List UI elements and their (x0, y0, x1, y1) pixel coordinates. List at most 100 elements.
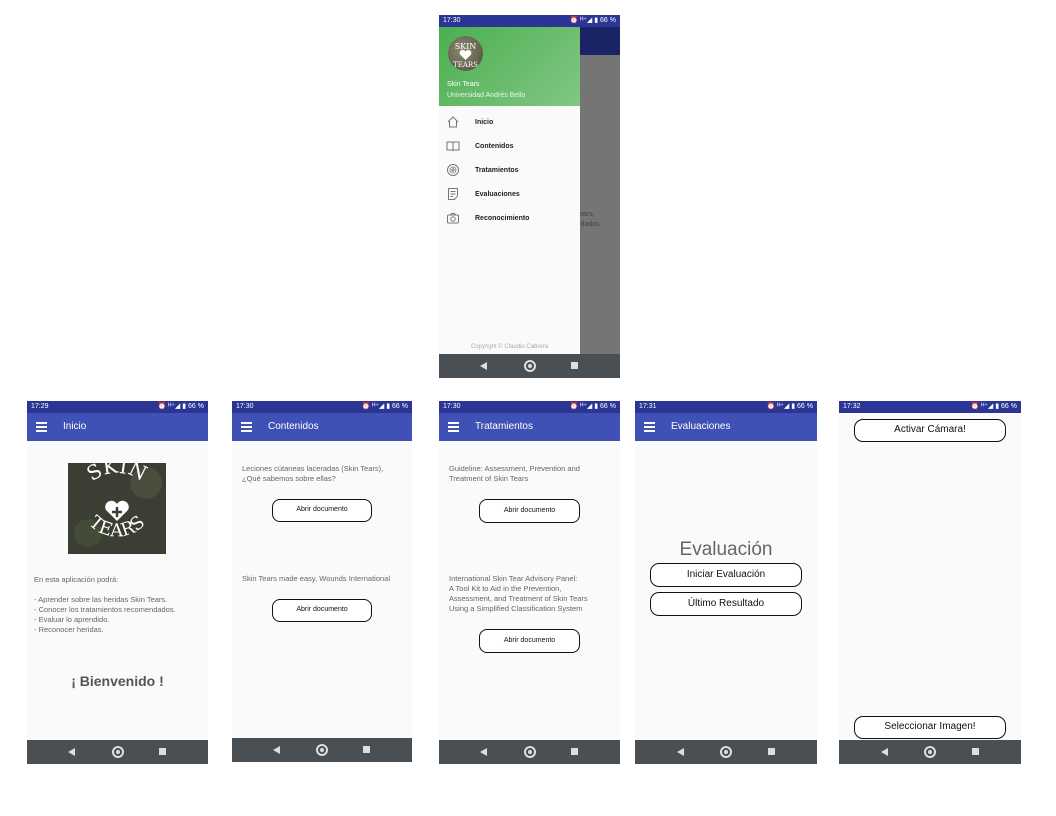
status-bar: 17:30 ⏰ ᴴ⁺◢ ▮ 66 % (439, 15, 620, 27)
system-nav-bar (635, 740, 817, 764)
status-icons: ⏰ ᴴ⁺◢ ▮ 66 % (157, 403, 204, 410)
home-button-icon[interactable] (523, 360, 536, 372)
drawer-item-reconocimiento[interactable]: Reconocimiento (439, 207, 580, 231)
home-icon (446, 115, 460, 129)
camera-icon (446, 211, 460, 225)
drawer-item-label: Inicio (475, 119, 494, 126)
recent-apps-icon[interactable] (363, 746, 370, 753)
page-title: Contenidos (268, 421, 319, 432)
home-button-icon[interactable] (924, 746, 936, 758)
select-image-button[interactable]: Seleccionar Imagen! (854, 716, 1006, 739)
last-result-button[interactable]: Último Resultado (650, 592, 802, 616)
book-icon (446, 139, 460, 153)
app-description: En esta aplicación podrá: - Aprender sob… (34, 575, 176, 634)
status-time: 17:30 (443, 403, 461, 410)
document-title-2: International Skin Tear Advisory Panel: … (449, 574, 588, 613)
reconocimiento-screen: 17:32 ⏰ ᴴ⁺◢ ▮ 66 % Activar Cámara! Selec… (839, 401, 1021, 764)
recent-apps-icon[interactable] (767, 748, 775, 755)
contenidos-screen: 17:30 ⏰ ᴴ⁺◢ ▮ 66 % Contenidos Leciones c… (232, 401, 412, 762)
home-button-icon[interactable] (316, 744, 328, 756)
status-bar: 17:30 ⏰ ᴴ⁺◢ ▮ 66 % (232, 401, 412, 413)
drawer-item-evaluaciones[interactable]: Evaluaciones (439, 183, 580, 207)
dimmed-content-text: ears, idados. (579, 211, 602, 228)
drawer-item-label: Evaluaciones (475, 191, 520, 198)
drawer-app-name: Skin Tears (447, 81, 480, 88)
skin-tears-logo: SKIN TEARS (68, 463, 166, 554)
menu-icon[interactable] (448, 422, 459, 432)
home-button-icon[interactable] (523, 746, 536, 758)
status-time: 17:30 (236, 403, 254, 410)
checklist-icon (446, 187, 460, 201)
drawer-header: SKIN TEARS Skin Tears Universidad Andrés… (439, 27, 580, 106)
svg-text:TEARS: TEARS (453, 61, 478, 69)
back-icon[interactable] (676, 748, 684, 756)
activate-camera-button[interactable]: Activar Cámara! (854, 419, 1006, 442)
back-icon[interactable] (68, 748, 76, 756)
menu-icon[interactable] (644, 422, 655, 432)
back-icon[interactable] (273, 746, 280, 754)
status-icons: ⏰ ᴴ⁺◢ ▮ 66 % (569, 17, 616, 24)
svg-text:SKIN: SKIN (455, 42, 477, 51)
open-document-button-1[interactable]: Abrir documento (272, 499, 372, 522)
recent-apps-icon[interactable] (570, 748, 578, 755)
drawer-item-tratamientos[interactable]: Tratamientos (439, 159, 580, 183)
copyright-text: Copyright © Claudio Cabrera (470, 344, 549, 350)
drawer-screen: 17:30 ⏰ ᴴ⁺◢ ▮ 66 % ears, idados. SKIN TE… (439, 15, 620, 378)
home-button-icon[interactable] (111, 746, 124, 758)
evaluation-heading: Evaluación (679, 539, 773, 560)
open-document-button-1[interactable]: Abrir documento (479, 499, 580, 523)
home-button-icon[interactable] (720, 746, 732, 758)
system-nav-bar (839, 740, 1021, 764)
status-icons: ⏰ ᴴ⁺◢ ▮ 66 % (569, 403, 616, 410)
open-document-button-2[interactable]: Abrir documento (272, 599, 372, 622)
page-title: Evaluaciones (671, 421, 731, 432)
menu-icon[interactable] (36, 422, 47, 432)
status-icons: ⏰ ᴴ⁺◢ ▮ 66 % (766, 403, 813, 410)
drawer-item-label: Reconocimiento (475, 215, 530, 222)
app-bar: Evaluaciones (635, 413, 817, 441)
open-document-button-2[interactable]: Abrir documento (479, 629, 580, 653)
status-bar: 17:29 ⏰ ᴴ⁺◢ ▮ 66 % (27, 401, 208, 413)
status-icons: ⏰ ᴴ⁺◢ ▮ 66 % (361, 403, 408, 410)
medical-icon (446, 163, 460, 177)
system-nav-bar (439, 354, 620, 378)
system-nav-bar (232, 738, 412, 762)
system-nav-bar (439, 740, 620, 764)
status-bar: 17:32 ⏰ ᴴ⁺◢ ▮ 66 % (839, 401, 1021, 413)
page-title: Tratamientos (475, 421, 533, 432)
back-icon[interactable] (480, 748, 488, 756)
menu-icon[interactable] (241, 422, 252, 432)
navigation-drawer: SKIN TEARS Skin Tears Universidad Andrés… (439, 27, 580, 354)
recent-apps-icon[interactable] (971, 748, 979, 755)
page-title: Inicio (63, 421, 87, 432)
inicio-screen: 17:29 ⏰ ᴴ⁺◢ ▮ 66 % Inicio SKIN TEARS En … (27, 401, 208, 764)
back-icon[interactable] (880, 748, 888, 756)
system-nav-bar (27, 740, 208, 764)
document-title-2: Skin Tears made easy, Wounds Internation… (242, 574, 391, 583)
app-logo: SKIN TEARS (448, 36, 483, 71)
document-title-1: Leciones cútaneas laceradas (Skin Tears)… (242, 464, 384, 483)
back-icon[interactable] (480, 362, 488, 370)
status-bar: 17:31 ⏰ ᴴ⁺◢ ▮ 66 % (635, 401, 817, 413)
drawer-item-inicio[interactable]: Inicio (439, 111, 580, 135)
start-evaluation-button[interactable]: Iniciar Evaluación (650, 563, 802, 587)
status-bar: 17:30 ⏰ ᴴ⁺◢ ▮ 66 % (439, 401, 620, 413)
drawer-item-label: Contenidos (475, 143, 514, 150)
tratamientos-screen: 17:30 ⏰ ᴴ⁺◢ ▮ 66 % Tratamientos Guidelin… (439, 401, 620, 764)
app-bar: Contenidos (232, 413, 412, 441)
evaluaciones-screen: 17:31 ⏰ ᴴ⁺◢ ▮ 66 % Evaluaciones Evaluaci… (635, 401, 817, 764)
status-time: 17:29 (31, 403, 49, 410)
drawer-item-label: Tratamientos (475, 167, 519, 174)
app-bar: Inicio (27, 413, 208, 441)
status-time: 17:32 (843, 403, 861, 410)
drawer-item-contenidos[interactable]: Contenidos (439, 135, 580, 159)
welcome-heading: ¡ Bienvenido ! (71, 673, 164, 689)
recent-apps-icon[interactable] (570, 362, 578, 369)
app-bar: Tratamientos (439, 413, 620, 441)
status-icons: ⏰ ᴴ⁺◢ ▮ 66 % (970, 403, 1017, 410)
status-time: 17:30 (443, 17, 461, 24)
status-time: 17:31 (639, 403, 657, 410)
recent-apps-icon[interactable] (158, 748, 166, 755)
drawer-university: Universidad Andrés Bello (447, 92, 526, 99)
document-title-1: Guideline: Assessment, Prevention and Tr… (449, 464, 580, 483)
